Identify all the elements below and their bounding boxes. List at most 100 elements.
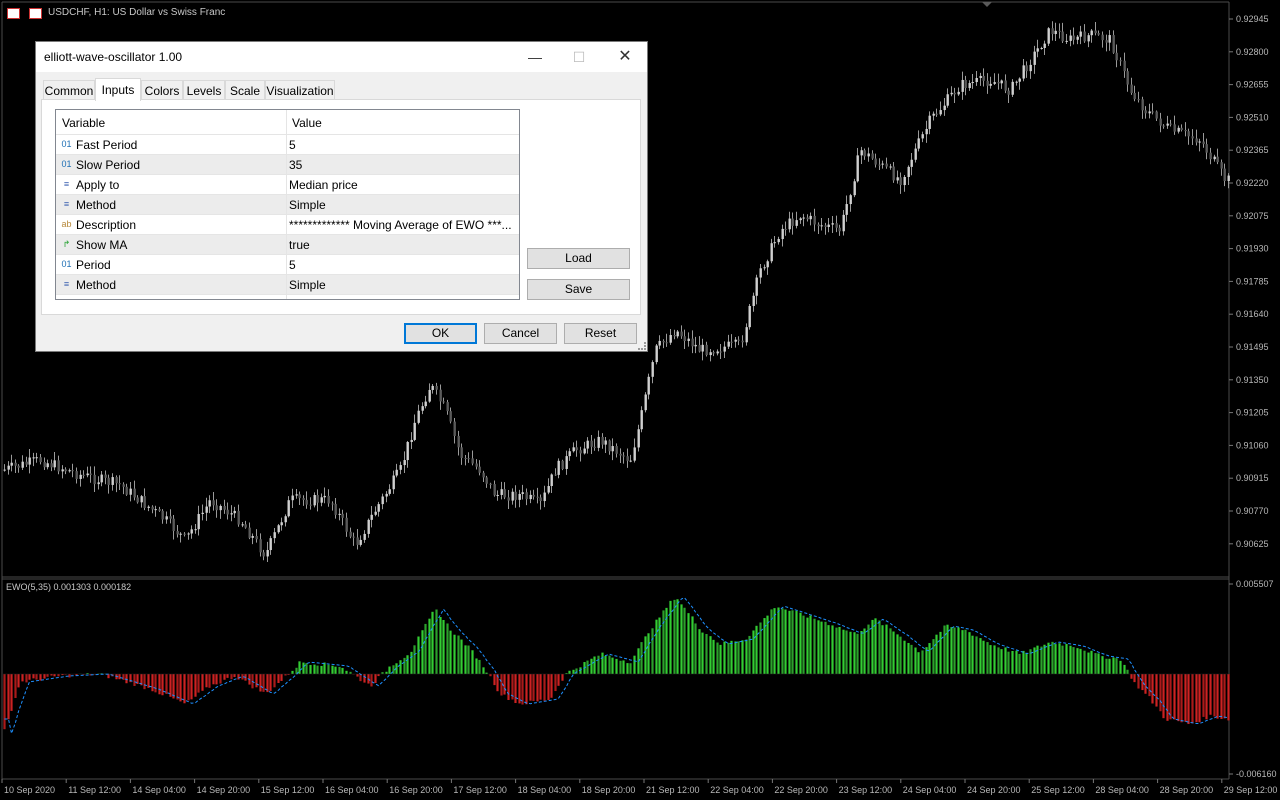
candle-body [104, 474, 107, 478]
input-value-field[interactable]: 5 [289, 138, 515, 152]
candle-body [1004, 80, 1007, 91]
candle-body [302, 498, 305, 500]
candle-body [1115, 52, 1118, 61]
input-value-field[interactable]: Simple [289, 198, 515, 212]
inputs-grid[interactable]: Variable Value 01 Fast Period 5 01 Slow Peri… [55, 109, 520, 300]
candle-body [399, 465, 402, 470]
time-tick-label: 15 Sep 12:00 [261, 785, 315, 795]
candle-body [154, 509, 157, 511]
candle-body [457, 435, 460, 448]
chart-window-icon[interactable] [29, 8, 42, 19]
input-value-field[interactable]: ************* Moving Average of EWO ***.… [289, 218, 515, 232]
input-variable-name: Apply to [76, 178, 120, 192]
candle-body [824, 225, 827, 227]
candle-body [255, 536, 258, 540]
candle-body [1151, 111, 1154, 113]
input-row[interactable]: ↱ Show MA true [56, 235, 519, 255]
reset-button[interactable]: Reset [564, 323, 637, 344]
grid-header: Variable Value [56, 110, 519, 135]
candle-body [878, 164, 881, 166]
tab-colors[interactable]: Colors [141, 80, 183, 100]
candle-body [1108, 35, 1111, 43]
input-row[interactable]: 01 Period 5 [56, 255, 519, 275]
candle-body [709, 352, 712, 356]
candle-body [644, 394, 647, 411]
candle-body [820, 225, 823, 227]
dialog-titlebar[interactable]: elliott-wave-oscillator 1.00 — ☐ ✕ [36, 42, 647, 72]
candle-body [860, 150, 863, 156]
save-button[interactable]: Save [527, 279, 630, 300]
candle-body [719, 351, 722, 353]
candle-body [395, 469, 398, 476]
input-value-field[interactable]: Simple [289, 278, 515, 292]
candle-body [406, 442, 409, 461]
candle-body [1191, 136, 1194, 139]
candle-body [115, 477, 118, 484]
column-header-value[interactable]: Value [292, 116, 322, 130]
tab-common[interactable]: Common [43, 80, 95, 100]
load-button[interactable]: Load [527, 248, 630, 269]
candle-body [669, 335, 672, 343]
candle-body [777, 239, 780, 243]
candle-body [547, 486, 550, 493]
input-variable-name: Method [76, 278, 117, 292]
candle-body [1083, 31, 1086, 42]
candle-body [521, 492, 524, 494]
enum-icon: ≡ [63, 279, 70, 289]
chart-type-icon[interactable] [7, 8, 20, 19]
enum-icon: ≡ [63, 199, 70, 209]
minimize-button[interactable]: — [512, 42, 558, 72]
candle-body [961, 79, 964, 92]
candle-body [1087, 35, 1090, 42]
candle-body [233, 510, 236, 514]
candle-body [93, 474, 96, 485]
candle-body [971, 82, 974, 84]
candle-body [237, 510, 240, 525]
cancel-button[interactable]: Cancel [484, 323, 557, 344]
tab-scale[interactable]: Scale [225, 80, 265, 100]
candle-body [892, 166, 895, 181]
input-row[interactable]: ≡ Method Simple [56, 195, 519, 215]
input-value-field[interactable]: Median price [289, 178, 515, 192]
input-row[interactable]: ≡ Method Simple [56, 275, 519, 295]
candle-body [813, 215, 816, 225]
resize-grip-icon[interactable] [638, 342, 646, 350]
ok-button[interactable]: OK [404, 323, 477, 344]
input-value-field[interactable]: 35 [289, 158, 515, 172]
candle-body [889, 166, 892, 168]
candle-body [539, 497, 542, 502]
candle-body [568, 451, 571, 457]
candle-body [647, 376, 650, 395]
candle-body [86, 473, 89, 476]
input-row[interactable]: ab Description ************* Moving Averag… [56, 215, 519, 235]
input-row[interactable]: 01 Fast Period 5 [56, 135, 519, 155]
candle-body [975, 78, 978, 83]
candle-body [1058, 30, 1061, 32]
column-header-variable[interactable]: Variable [62, 116, 105, 130]
tab-visualization[interactable]: Visualization [265, 80, 335, 100]
price-tick-label: 0.92220 [1236, 178, 1269, 188]
candle-body [1090, 30, 1093, 36]
column-divider[interactable] [286, 110, 287, 299]
candle-body [788, 218, 791, 230]
input-row[interactable]: 01 Slow Period 35 [56, 155, 519, 175]
input-value-field[interactable]: 5 [289, 258, 515, 272]
tab-levels[interactable]: Levels [183, 80, 225, 100]
candle-body [737, 339, 740, 341]
candle-body [417, 410, 420, 423]
candle-body [352, 536, 355, 538]
close-button[interactable]: ✕ [602, 42, 648, 72]
candle-body [269, 538, 272, 551]
candle-body [467, 458, 470, 460]
tab-inputs[interactable]: Inputs [95, 78, 141, 101]
candle-body [723, 346, 726, 352]
candle-body [910, 159, 913, 167]
candle-body [622, 455, 625, 457]
price-tick-label: 0.92075 [1236, 211, 1269, 221]
maximize-button[interactable]: ☐ [556, 42, 602, 72]
candle-body [1094, 30, 1097, 34]
candle-body [950, 92, 953, 95]
input-row[interactable]: ≡ Apply to Median price [56, 175, 519, 195]
input-value-field[interactable]: true [289, 238, 515, 252]
candle-body [903, 176, 906, 186]
